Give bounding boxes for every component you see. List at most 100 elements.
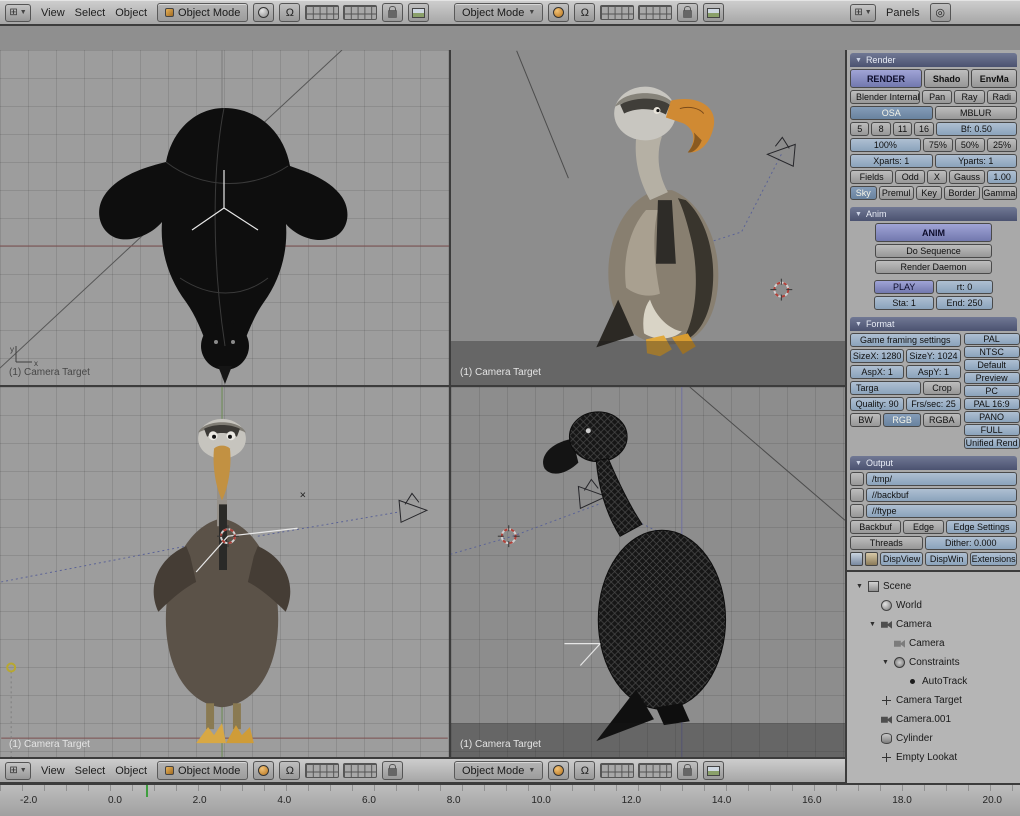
file-browse-button[interactable] (850, 504, 864, 518)
backbuf-toggle[interactable]: Backbuf (850, 520, 901, 534)
draw-mode-button[interactable] (253, 761, 274, 780)
viewport-menu-item[interactable]: View (36, 7, 70, 19)
layer-grid-right[interactable] (343, 763, 377, 778)
viewport-menu-item[interactable]: Select (70, 765, 111, 777)
output-path-field[interactable]: //ftype (866, 504, 1017, 518)
format-preset-button[interactable]: FULL (964, 424, 1020, 436)
osa-value-button[interactable]: 11 (893, 122, 912, 136)
color-swatch-button[interactable] (865, 552, 878, 566)
anim-panel-header[interactable]: ▼Anim (850, 207, 1017, 221)
extensions-toggle[interactable]: Extensions (970, 552, 1017, 566)
timeline-ruler[interactable]: -2.00.02.04.06.08.010.012.014.016.018.02… (0, 783, 1020, 816)
size-percent-button[interactable]: 25% (987, 138, 1017, 152)
format-panel-header[interactable]: ▼Format (850, 317, 1017, 331)
gamma-toggle[interactable]: Gamma (982, 186, 1017, 200)
outliner-row[interactable]: Camera Target (847, 691, 1020, 710)
lock-button[interactable] (382, 3, 403, 22)
layer-buttons[interactable] (600, 5, 672, 20)
layer-grid-right[interactable] (638, 5, 672, 20)
format-preset-button[interactable]: Preview (964, 372, 1020, 384)
editor-type-button[interactable]: ⊞ ▼ (850, 4, 876, 22)
gauss-toggle[interactable]: Gauss (949, 170, 986, 184)
aspy-field[interactable]: AspY: 1 (906, 365, 960, 379)
edge-toggle[interactable]: Edge (903, 520, 944, 534)
render-button[interactable]: RENDER (850, 69, 922, 88)
filetype-dropdown[interactable]: Targa (850, 381, 921, 395)
object-mode-dropdown-tl[interactable]: Object Mode (157, 3, 248, 22)
format-preset-button[interactable]: PANO (964, 411, 1020, 423)
layer-buttons[interactable] (600, 763, 672, 778)
format-preset-button[interactable]: PAL 16:9 (964, 398, 1020, 410)
format-preset-button[interactable]: Unified Rend (964, 437, 1020, 449)
object-mode-dropdown-br[interactable]: Object Mode ▼ (454, 761, 543, 780)
quality-field[interactable]: Quality: 90 (850, 397, 904, 411)
size-percent-button[interactable]: 75% (923, 138, 953, 152)
output-path-field[interactable]: //backbuf (866, 488, 1017, 502)
osa-value-button[interactable]: 16 (914, 122, 933, 136)
osa-value-button[interactable]: 5 (850, 122, 869, 136)
edge-settings-button[interactable]: Edge Settings (946, 520, 1017, 534)
sky-toggle[interactable]: Sky (850, 186, 877, 200)
envmap-toggle[interactable]: EnvMa (971, 69, 1017, 88)
fields-toggle[interactable]: Fields (850, 170, 893, 184)
output-path-field[interactable]: /tmp/ (866, 472, 1017, 486)
render-engine-dropdown[interactable]: Blender Internal (850, 90, 920, 104)
viewport-menu-item[interactable]: Object (110, 7, 152, 19)
layer-grid-left[interactable] (305, 5, 339, 20)
camera-object[interactable] (399, 493, 427, 522)
editor-type-button[interactable]: ⊞ ▼ (5, 4, 31, 22)
file-browse-button[interactable] (850, 488, 864, 502)
proportional-edit-button[interactable]: Ω (574, 761, 595, 780)
color-swatch-button[interactable] (850, 552, 863, 566)
render-daemon-toggle[interactable]: Render Daemon (875, 260, 992, 274)
expand-arrow-icon[interactable]: ▼ (855, 583, 864, 590)
start-frame-field[interactable]: Sta: 1 (874, 296, 934, 310)
osa-value-button[interactable]: 8 (871, 122, 890, 136)
layer-grid-left[interactable] (600, 763, 634, 778)
anim-button[interactable]: ANIM (875, 223, 992, 242)
end-frame-field[interactable]: End: 250 (936, 296, 993, 310)
size-percent-button[interactable]: 50% (955, 138, 985, 152)
outliner-row[interactable]: ▼ Constraints (847, 653, 1020, 672)
lock-button[interactable] (677, 761, 698, 780)
xparts-field[interactable]: Xparts: 1 (850, 154, 933, 168)
odd-toggle[interactable]: Odd (895, 170, 925, 184)
bird-shaded-front[interactable] (154, 419, 291, 743)
pano-toggle[interactable]: Pan (922, 90, 952, 104)
rt-field[interactable]: rt: 0 (936, 280, 993, 294)
premul-toggle[interactable]: Premul (879, 186, 914, 200)
threads-toggle[interactable]: Threads (850, 536, 923, 550)
mblur-toggle[interactable]: MBLUR (935, 106, 1018, 120)
layer-grid-left[interactable] (305, 763, 339, 778)
outliner-row[interactable]: World (847, 596, 1020, 615)
render-panel-header[interactable]: ▼Render (850, 53, 1017, 67)
outliner-row[interactable]: Empty Lookat (847, 748, 1020, 767)
dispview-toggle[interactable]: DispView (880, 552, 923, 566)
viewport-menu-item[interactable]: View (36, 765, 70, 777)
lock-button[interactable] (382, 761, 403, 780)
viewport-3d-top[interactable]: y x (1) Camera Target (0, 50, 449, 385)
x-toggle[interactable]: X (927, 170, 947, 184)
layer-grid-right[interactable] (638, 763, 672, 778)
format-preset-button[interactable]: NTSC (964, 346, 1020, 358)
outliner-row[interactable]: Cylinder (847, 729, 1020, 748)
transform-widget[interactable] (564, 644, 600, 666)
draw-mode-button[interactable] (548, 761, 569, 780)
expand-arrow-icon[interactable]: ▼ (881, 659, 890, 666)
viewport-menu-item[interactable]: Select (70, 7, 111, 19)
key-toggle[interactable]: Key (916, 186, 943, 200)
border-toggle[interactable]: Border (944, 186, 979, 200)
viewport-3d-camera[interactable]: (1) Camera Target (449, 50, 845, 385)
file-browse-button[interactable] (850, 472, 864, 486)
dispwin-toggle[interactable]: DispWin (925, 552, 968, 566)
render-preview-button[interactable] (703, 761, 724, 780)
draw-mode-button[interactable] (253, 3, 274, 22)
blur-factor-field[interactable]: Bf: 0.50 (936, 122, 1017, 136)
bw-toggle[interactable]: BW (850, 413, 881, 427)
ray-toggle[interactable]: Ray (954, 90, 984, 104)
sizex-field[interactable]: SizeX: 1280 (850, 349, 904, 363)
crop-toggle[interactable]: Crop (923, 381, 960, 395)
layer-buttons[interactable] (305, 763, 377, 778)
proportional-edit-button[interactable]: Ω (279, 3, 300, 22)
sizey-field[interactable]: SizeY: 1024 (906, 349, 960, 363)
